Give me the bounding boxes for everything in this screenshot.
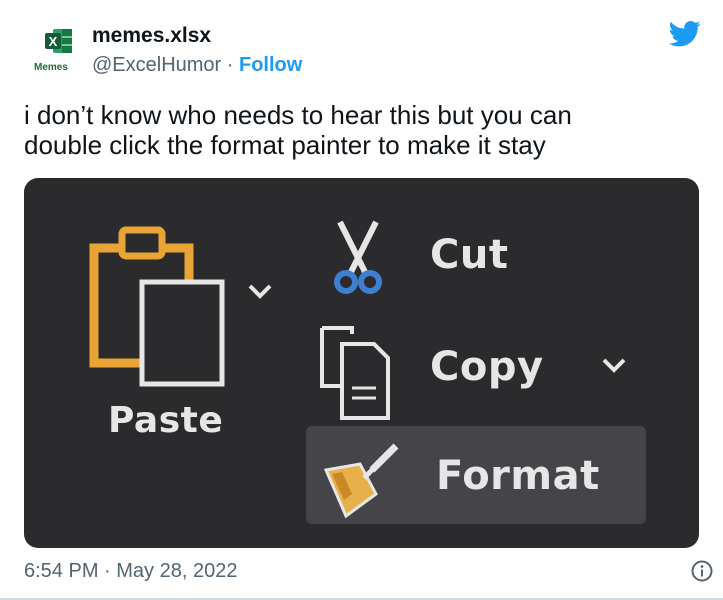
avatar[interactable]: X Memes xyxy=(34,24,92,86)
twitter-bird-icon[interactable] xyxy=(669,20,701,48)
tweet-timestamp[interactable]: 6:54 PM · May 28, 2022 xyxy=(24,560,699,583)
tweet-text: i don’t know who needs to hear this but … xyxy=(24,100,694,160)
avatar-label: Memes xyxy=(34,62,68,73)
excel-logo-icon: X xyxy=(45,29,72,53)
copy-label: Copy xyxy=(430,344,544,390)
author-handle[interactable]: @ExcelHumor xyxy=(92,54,221,76)
paste-chevron-down-icon xyxy=(248,284,272,299)
scissors-icon xyxy=(334,220,382,294)
tweet-media-image[interactable]: Paste Cut Copy Format xyxy=(24,178,699,548)
tweet-text-line-1: i don’t know who needs to hear this but … xyxy=(24,100,572,130)
clipboard-icon xyxy=(89,226,225,387)
follow-button[interactable]: Follow xyxy=(239,54,302,76)
author-handle-row: @ExcelHumor · Follow xyxy=(92,54,302,77)
author-name[interactable]: memes.xlsx xyxy=(92,24,211,48)
tweet-card: X Memes memes.xlsx @ExcelHumor · Follow … xyxy=(0,0,723,600)
tweet-header: X Memes memes.xlsx @ExcelHumor · Follow xyxy=(22,18,705,88)
paste-label: Paste xyxy=(108,400,224,441)
copy-chevron-down-icon xyxy=(602,358,626,373)
info-icon[interactable] xyxy=(691,560,713,582)
format-painter-icon xyxy=(323,443,399,519)
tweet-text-line-2: double click the format painter to make … xyxy=(24,130,546,160)
excel-logo-letter: X xyxy=(49,34,58,49)
format-label: Format xyxy=(436,453,600,499)
copy-icon xyxy=(320,326,390,420)
handle-separator: · xyxy=(221,54,239,76)
cut-label: Cut xyxy=(430,232,509,278)
